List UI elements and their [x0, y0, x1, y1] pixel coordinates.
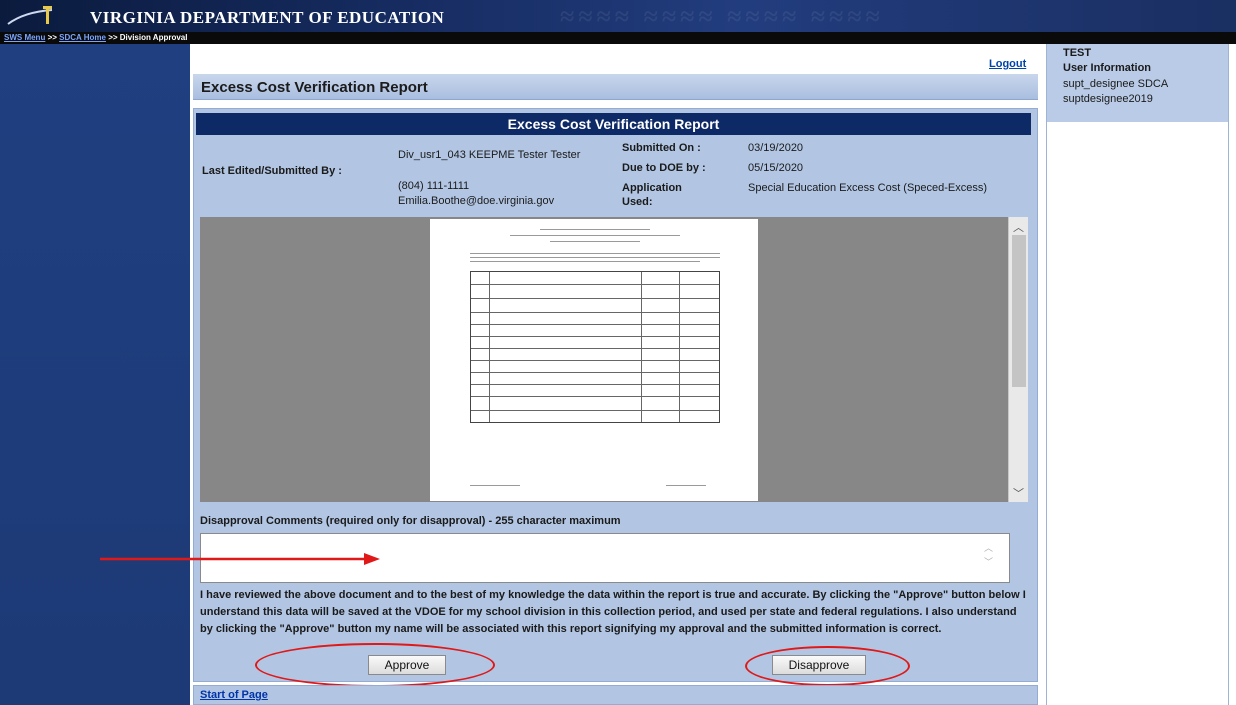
doc-paragraph-line — [470, 253, 720, 254]
application-label: Application Used: — [622, 182, 682, 208]
user-info-header: TEST User Information supt_designee SDCA… — [1047, 44, 1228, 122]
doc-footer-line — [470, 485, 520, 486]
scroll-up-icon[interactable]: ︿ — [1013, 219, 1024, 235]
viewer-scrollbar[interactable]: ︿ ﹀ — [1008, 217, 1028, 502]
submitted-on-label: Submitted On : — [622, 142, 701, 154]
page-header: Excess Cost Verification Report — [193, 74, 1038, 100]
disapproval-comments-label: Disapproval Comments (required only for … — [200, 515, 621, 527]
submitter-name: Div_usr1_043 KEEPME Tester Tester — [398, 149, 581, 161]
report-box-title: Excess Cost Verification Report — [196, 113, 1031, 135]
report-panel: Excess Cost Verification Report Last Edi… — [193, 108, 1038, 682]
doc-paragraph-line — [470, 261, 700, 262]
scroll-down-icon[interactable]: ﹀ — [1013, 485, 1024, 501]
doc-footer-line — [666, 485, 706, 486]
left-sidebar — [0, 44, 190, 705]
submitter-email: Emilia.Boothe@doe.virginia.gov — [398, 195, 555, 207]
breadcrumb-sws-menu[interactable]: SWS Menu — [4, 33, 45, 42]
due-date-label: Due to DOE by : — [622, 162, 706, 174]
doc-subtitle-line — [550, 241, 640, 242]
annotation-arrow-icon — [100, 553, 380, 565]
document-page-preview — [430, 219, 758, 501]
scroll-thumb[interactable] — [1012, 235, 1026, 387]
submitter-phone: (804) 111-1111 — [398, 180, 470, 192]
user-info-panel: TEST User Information supt_designee SDCA… — [1046, 44, 1229, 705]
site-title: VIRGINIA DEPARTMENT OF EDUCATION — [90, 8, 445, 27]
user-info-heading: User Information — [1063, 62, 1152, 74]
banner-watermark: ≈≈≈≈ ≈≈≈≈ ≈≈≈≈ ≈≈≈≈ — [560, 2, 884, 31]
doc-table — [470, 271, 720, 423]
last-edited-label: Last Edited/Submitted By : — [202, 165, 342, 177]
vdoe-logo-icon — [7, 6, 53, 25]
approve-button[interactable]: Approve — [368, 655, 446, 675]
certification-statement: I have reviewed the above document and t… — [200, 589, 1026, 635]
page-title: Excess Cost Verification Report — [201, 79, 428, 96]
due-date-value: 05/15/2020 — [748, 162, 804, 174]
application-value: Special Education Excess Cost (Speced-Ex… — [748, 182, 988, 194]
header-banner: VIRGINIA DEPARTMENT OF EDUCATION ≈≈≈≈ ≈≈… — [0, 0, 1236, 32]
environment-label: TEST — [1063, 47, 1092, 59]
doc-title-line — [540, 229, 650, 230]
logout-link[interactable]: Logout — [989, 58, 1026, 70]
disapprove-button[interactable]: Disapprove — [772, 655, 866, 675]
breadcrumb-sdca-home[interactable]: SDCA Home — [59, 33, 106, 42]
start-of-page-bar: Start of Page — [193, 685, 1038, 705]
start-of-page-link[interactable]: Start of Page — [200, 689, 268, 701]
breadcrumb-separator: >> — [45, 33, 60, 42]
submitted-on-value: 03/19/2020 — [748, 142, 804, 154]
user-name: suptdesignee2019 — [1063, 93, 1153, 105]
breadcrumb-current: >> Division Approval — [105, 33, 188, 42]
doc-subtitle-line — [510, 235, 680, 236]
user-role: supt_designee SDCA — [1063, 78, 1169, 90]
comments-scroll-arrows-icon[interactable]: ︿ ﹀ — [984, 541, 993, 569]
breadcrumb: SWS Menu >> SDCA Home >> Division Approv… — [0, 32, 1236, 44]
page-root: VIRGINIA DEPARTMENT OF EDUCATION ≈≈≈≈ ≈≈… — [0, 0, 1236, 705]
doc-paragraph-line — [470, 257, 720, 258]
